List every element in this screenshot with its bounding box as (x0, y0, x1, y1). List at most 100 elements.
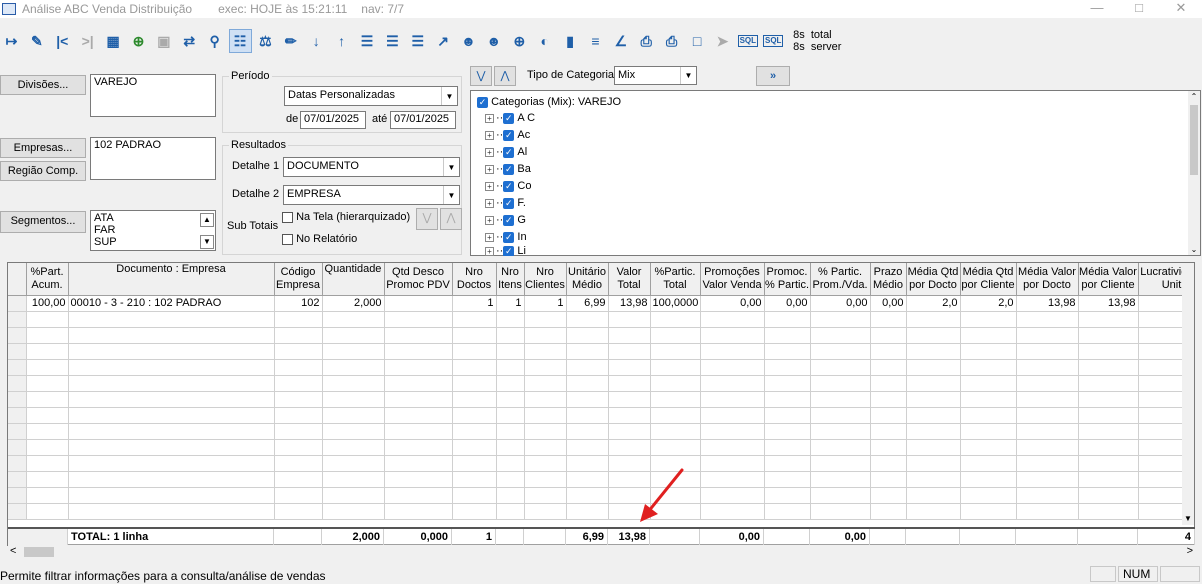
list2-icon[interactable]: ☰ (381, 29, 404, 53)
col-header[interactable]: Prazo Médio (870, 263, 907, 296)
add-icon[interactable]: ⊕ (127, 29, 150, 53)
na-tela-checkbox[interactable]: Na Tela (hierarquizado) (282, 211, 410, 223)
table-cell[interactable]: 6,99 (566, 295, 609, 312)
send-icon[interactable]: ➤ (711, 29, 734, 53)
col-header[interactable]: Nro Itens (496, 263, 525, 296)
table-cell[interactable]: 13,98 (1078, 295, 1139, 312)
empty-row[interactable] (8, 423, 1194, 440)
col-header[interactable]: Promoc. % Partic. (764, 263, 811, 296)
line-chart-icon[interactable]: ∠ (609, 29, 632, 53)
table-cell[interactable]: 1 (524, 295, 567, 312)
tree-item[interactable]: + ·· ✓ G (485, 212, 526, 228)
empty-row[interactable] (8, 391, 1194, 408)
pie-chart-icon[interactable]: ◐ (533, 29, 556, 53)
empresas-button[interactable]: Empresas... (0, 138, 86, 158)
tree-item[interactable]: + ·· ✓ Ac (485, 127, 530, 143)
minimize-icon[interactable]: — (1080, 0, 1114, 18)
table-cell[interactable]: 0,00 (810, 295, 871, 312)
category-tree[interactable]: ✓ Categorias (Mix): VAREJO + ·· ✓ A C + ·· ✓… (470, 90, 1201, 256)
scroll-thumb[interactable] (1190, 105, 1198, 175)
empty-row[interactable] (8, 487, 1194, 504)
col-header[interactable]: %Part. Acum. (26, 263, 69, 296)
regiao-comp-button[interactable]: Região Comp. (0, 161, 86, 181)
periodo-select[interactable]: Datas Personalizadas ▼ (284, 86, 458, 106)
table-cell[interactable]: 100,0000 (650, 295, 701, 312)
sort-asc-icon[interactable]: ↑ (330, 29, 353, 53)
list-icon[interactable]: ☰ (355, 29, 378, 53)
collapse-down-icon[interactable]: ⋁ (470, 66, 492, 86)
segmento-item[interactable]: ATA (94, 212, 212, 224)
date-from-input[interactable]: 07/01/2025 (300, 111, 366, 129)
tree-item[interactable]: + ·· ✓ Ba (485, 161, 531, 177)
empty-row[interactable] (8, 503, 1194, 520)
empty-row[interactable] (8, 311, 1194, 328)
user-icon[interactable]: ☻ (457, 29, 480, 53)
col-header[interactable]: %Partic. Total (650, 263, 701, 296)
table-cell[interactable]: 2,000 (322, 295, 385, 312)
hbar-chart-icon[interactable]: ≡ (584, 29, 607, 53)
detalhe1-select[interactable]: DOCUMENTO ▼ (283, 157, 460, 177)
col-header[interactable]: Promoções Valor Venda (700, 263, 765, 296)
empty-row[interactable] (8, 455, 1194, 472)
tipo-categoria-select[interactable]: Mix ▼ (614, 66, 697, 85)
list3-icon[interactable]: ☰ (406, 29, 429, 53)
divisoes-button[interactable]: Divisões... (0, 75, 86, 95)
table-cell[interactable]: 2,0 (906, 295, 961, 312)
first-icon[interactable]: |< (51, 29, 74, 53)
save-icon[interactable]: ▣ (152, 29, 175, 53)
zoom-icon[interactable]: ⊕ (508, 29, 531, 53)
col-header[interactable]: Nro Clientes (524, 263, 567, 296)
scroll-down-icon[interactable]: ▼ (1182, 514, 1194, 523)
tree-item[interactable]: + ·· ✓ Li (485, 246, 526, 256)
scroll-left-icon[interactable]: < (10, 545, 16, 557)
table-cell[interactable]: 0,00 (870, 295, 907, 312)
results-grid[interactable]: %Part. Acum. Documento : Empresa Código … (7, 262, 1195, 546)
filter-icon[interactable]: ⇄ (178, 29, 201, 53)
export-icon[interactable]: ↗ (432, 29, 455, 53)
col-header[interactable]: Média Valor por Docto (1016, 263, 1079, 296)
table-cell[interactable]: 0,00 (700, 295, 765, 312)
col-header[interactable]: % Partic. Prom./Vda. (810, 263, 871, 296)
apply-category-button[interactable]: » (756, 66, 790, 86)
table-cell[interactable]: 2,0 (960, 295, 1017, 312)
table-icon[interactable]: ▦ (102, 29, 125, 53)
tree-item[interactable]: + ·· ✓ A C (485, 110, 535, 126)
tree-root[interactable]: ✓ Categorias (Mix): VAREJO (477, 94, 621, 110)
tree-item[interactable]: + ·· ✓ F. (485, 195, 526, 211)
eraser-icon[interactable]: ✎ (25, 29, 48, 53)
col-header[interactable]: Código Empresa (274, 263, 323, 296)
scroll-down-icon[interactable]: ⌄ (1188, 245, 1200, 254)
last-icon[interactable]: >| (76, 29, 99, 53)
divisoes-field[interactable]: VAREJO (90, 74, 216, 117)
table-cell[interactable]: 13,98 (608, 295, 651, 312)
tree-item[interactable]: + ·· ✓ In (485, 229, 527, 245)
table-row[interactable]: 100,00 00010 - 3 - 210 : 102 PADRAO 102 … (8, 295, 1194, 312)
scroll-up-icon[interactable]: ▲ (200, 213, 214, 227)
sql2-icon[interactable]: SQL (762, 29, 785, 53)
scroll-right-icon[interactable]: > (1187, 545, 1193, 557)
print-icon[interactable]: ⎙ (635, 29, 658, 53)
col-header[interactable]: Média Qtd por Docto (906, 263, 961, 296)
col-header[interactable]: Nro Doctos (452, 263, 497, 296)
close-icon[interactable]: ✕ (1164, 0, 1198, 18)
detalhe2-select[interactable]: EMPRESA ▼ (283, 185, 460, 205)
search-icon[interactable]: ⚲ (203, 29, 226, 53)
table-cell[interactable] (384, 295, 453, 312)
calculator-icon[interactable]: ☷ (228, 29, 252, 53)
col-header[interactable]: Documento : Empresa (68, 263, 275, 296)
scroll-thumb[interactable] (24, 547, 54, 557)
col-header[interactable]: Média Qtd por Cliente (960, 263, 1017, 296)
scale-icon[interactable]: ⚖ (254, 29, 277, 53)
col-header[interactable]: Valor Total (608, 263, 651, 296)
sql-icon[interactable]: SQL (736, 29, 759, 53)
printer2-icon[interactable]: ⎙ (660, 29, 683, 53)
tree-scrollbar[interactable]: ⌃ ⌄ (1188, 91, 1200, 255)
edit-icon[interactable]: ✏ (279, 29, 302, 53)
empty-row[interactable] (8, 375, 1194, 392)
expand-up-icon[interactable]: ⋀ (440, 208, 462, 230)
empresas-field[interactable]: 102 PADRAO (90, 137, 216, 180)
col-header[interactable]: Unitário Médio (566, 263, 609, 296)
exit-icon[interactable]: ↦ (0, 29, 23, 53)
col-header[interactable]: Média Valor por Cliente (1078, 263, 1139, 296)
tree-item[interactable]: + ·· ✓ Al (485, 144, 527, 160)
